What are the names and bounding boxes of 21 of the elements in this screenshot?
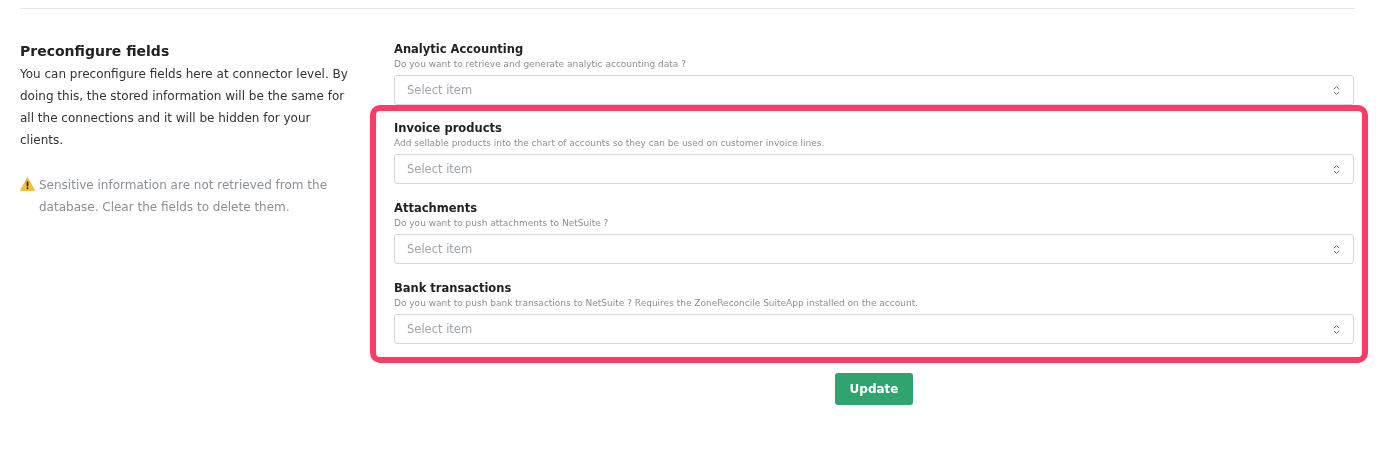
chevron-updown-icon — [1333, 163, 1340, 175]
chevron-updown-icon — [1333, 84, 1340, 96]
section-title: Preconfigure fields — [20, 42, 171, 60]
update-button[interactable]: Update — [834, 373, 914, 405]
warning-text: Sensitive information are not retrieved from the database. Clear the fields to delete them. — [39, 177, 329, 216]
field-label: Analytic Accounting — [394, 42, 525, 56]
field-hint: Add sellable products into the chart of accounts so they can be used on customer invoice lines. — [394, 137, 826, 149]
field-label: Attachments — [394, 201, 478, 215]
chevron-updown-icon — [1333, 323, 1340, 335]
section-description: You can preconfigure fields here at connector level. By doing this, the stored information will be the same for all the connections and it will be hidden for your clients. — [20, 66, 349, 149]
field-label: Bank transactions — [394, 281, 513, 295]
select-field[interactable]: Select item — [394, 154, 1354, 184]
select-field[interactable]: Select item — [394, 234, 1354, 264]
chevron-updown-icon — [1333, 243, 1340, 255]
field-label: Invoice products — [394, 121, 503, 135]
field-hint: Do you want to push attachments to NetSuite ? — [394, 217, 610, 229]
select-field[interactable]: Select item — [394, 75, 1354, 105]
warning-icon — [20, 177, 35, 191]
field-hint: Do you want to push bank transactions to NetSuite ? Requires the ZoneReconcile SuiteApp installed on the account. — [394, 297, 920, 309]
select-field[interactable]: Select item — [394, 314, 1354, 344]
field-hint: Do you want to retrieve and generate analytic accounting data ? — [394, 58, 687, 70]
